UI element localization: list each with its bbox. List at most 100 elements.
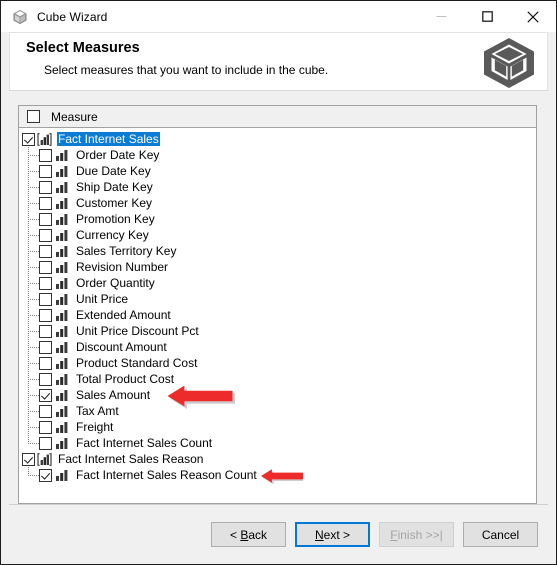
tree-item-row[interactable]: Sales Territory Key	[19, 243, 536, 259]
measure-checkbox[interactable]	[22, 452, 35, 466]
cancel-button[interactable]: Cancel	[463, 522, 538, 547]
back-button[interactable]: < Back	[211, 522, 286, 547]
tree-item-row[interactable]: Promotion Key	[19, 211, 536, 227]
tree-group-row[interactable]: Fact Internet Sales	[19, 131, 536, 147]
wizard-banner: Select Measures Select measures that you…	[9, 32, 548, 90]
measure-label: Fact Internet Sales Count	[76, 436, 213, 450]
tree-item-row[interactable]: Tax Amt	[19, 403, 536, 419]
window-controls	[418, 1, 556, 32]
measure-label: Currency Key	[76, 228, 149, 242]
measure-bar-chart-icon	[55, 197, 69, 210]
tree-guide-line	[28, 251, 39, 252]
measure-checkbox[interactable]	[39, 180, 52, 194]
tree-item-row[interactable]: Fact Internet Sales Count	[19, 435, 536, 451]
tree-guide-line	[28, 299, 39, 300]
measure-label: Discount Amount	[76, 340, 167, 354]
measure-checkbox[interactable]	[39, 420, 52, 434]
tree-item-row[interactable]: Unit Price	[19, 291, 536, 307]
page-title: Select Measures	[26, 40, 140, 56]
tree-guide-line	[28, 235, 39, 236]
tree-item-row[interactable]: Order Date Key	[19, 147, 536, 163]
measure-checkbox[interactable]	[39, 244, 52, 258]
tree-item-row[interactable]: Currency Key	[19, 227, 536, 243]
tree-item-row[interactable]: Fact Internet Sales Reason Count	[19, 467, 536, 483]
measure-checkbox[interactable]	[39, 324, 52, 338]
measure-column-header[interactable]: Measure	[18, 105, 537, 128]
tree-item-row[interactable]: Product Standard Cost	[19, 355, 536, 371]
measure-checkbox[interactable]	[39, 340, 52, 354]
title-bar: Cube Wizard	[1, 1, 556, 32]
measure-column-label: Measure	[51, 109, 98, 124]
measure-bar-chart-icon	[55, 213, 69, 226]
tree-guide-line	[28, 171, 39, 172]
measure-label: Fact Internet Sales	[57, 132, 160, 146]
measure-label: Extended Amount	[76, 308, 171, 322]
tree-guide-line	[28, 147, 29, 443]
tree-item-row[interactable]: Revision Number	[19, 259, 536, 275]
tree-item-row[interactable]: Order Quantity	[19, 275, 536, 291]
measure-checkbox[interactable]	[39, 356, 52, 370]
tree-item-row[interactable]: Extended Amount	[19, 307, 536, 323]
cancel-button-label: Cancel	[481, 527, 520, 542]
measure-label: Sales Territory Key	[76, 244, 177, 258]
measure-checkbox[interactable]	[39, 468, 52, 482]
minimize-icon[interactable]	[418, 1, 464, 32]
tree-group-row[interactable]: Fact Internet Sales Reason	[19, 451, 536, 467]
measure-checkbox[interactable]	[39, 292, 52, 306]
wizard-buttons: < Back Next > Finish >>| Cancel	[211, 522, 538, 547]
tree-guide-line	[28, 315, 39, 316]
tree-item-row[interactable]: Total Product Cost	[19, 371, 536, 387]
tree-item-row[interactable]: Discount Amount	[19, 339, 536, 355]
tree-item-row[interactable]: Freight	[19, 419, 536, 435]
measure-bar-chart-icon	[55, 469, 69, 482]
tree-item-row[interactable]: Due Date Key	[19, 163, 536, 179]
tree-guide-line	[28, 427, 39, 428]
measure-checkbox[interactable]	[39, 164, 52, 178]
measure-checkbox[interactable]	[39, 388, 52, 402]
measure-label: Ship Date Key	[76, 180, 153, 194]
banner-divider	[9, 90, 548, 91]
measure-checkbox[interactable]	[39, 404, 52, 418]
measure-checkbox[interactable]	[39, 276, 52, 290]
tree-guide-line	[28, 267, 39, 268]
maximize-icon[interactable]	[464, 1, 510, 32]
measure-bar-chart-icon	[55, 229, 69, 242]
measure-checkbox[interactable]	[39, 212, 52, 226]
measure-checkbox[interactable]	[39, 228, 52, 242]
tree-item-row[interactable]: Unit Price Discount Pct	[19, 323, 536, 339]
measure-bar-chart-icon	[55, 261, 69, 274]
tree-guide-line	[28, 155, 39, 156]
measure-bar-chart-icon	[55, 389, 69, 402]
tree-guide-line	[28, 283, 39, 284]
cube-icon	[12, 9, 28, 25]
tree-item-row[interactable]: Customer Key	[19, 195, 536, 211]
select-all-checkbox[interactable]	[27, 110, 40, 123]
footer-divider	[9, 504, 548, 505]
measure-bar-chart-icon	[55, 341, 69, 354]
measure-bar-chart-icon	[55, 293, 69, 306]
measure-label: Total Product Cost	[76, 372, 175, 386]
measure-bar-chart-icon	[55, 245, 69, 258]
measure-checkbox[interactable]	[39, 308, 52, 322]
measure-checkbox[interactable]	[39, 260, 52, 274]
tree-item-row[interactable]: Sales Amount	[19, 387, 536, 403]
tree-guide-line	[28, 187, 39, 188]
measure-label: Fact Internet Sales Reason	[58, 452, 204, 466]
measure-label: Unit Price Discount Pct	[76, 324, 199, 338]
cube-logo-icon	[482, 37, 536, 89]
measure-bar-chart-icon	[55, 309, 69, 322]
tree-item-row[interactable]: Ship Date Key	[19, 179, 536, 195]
measure-checkbox[interactable]	[39, 196, 52, 210]
measures-tree[interactable]: Fact Internet Sales Order Date Key Due Dat…	[18, 128, 537, 504]
window-title: Cube Wizard	[37, 9, 108, 24]
close-icon[interactable]	[510, 1, 556, 32]
measure-checkbox[interactable]	[39, 436, 52, 450]
next-button[interactable]: Next >	[295, 522, 370, 547]
measure-label: Revision Number	[76, 260, 169, 274]
measure-bar-chart-icon	[55, 373, 69, 386]
measure-checkbox[interactable]	[22, 132, 35, 146]
measure-checkbox[interactable]	[39, 372, 52, 386]
measure-label: Fact Internet Sales Reason Count	[76, 468, 257, 482]
measure-label: Order Date Key	[76, 148, 160, 162]
measure-checkbox[interactable]	[39, 148, 52, 162]
